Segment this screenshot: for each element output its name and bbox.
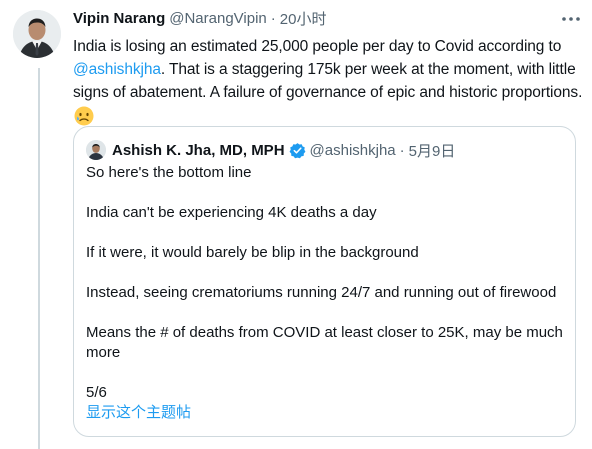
mention-link[interactable]: @ashishkjha [73, 61, 161, 78]
avatar-photo [13, 10, 61, 58]
quoted-author-avatar[interactable] [86, 140, 106, 160]
quoted-text-line: India can't be experiencing 4K deaths a … [86, 204, 377, 221]
thread-position: 5/6 [86, 384, 107, 401]
quoted-text-line [86, 303, 566, 323]
quoted-text-line: If it were, it would barely be blip in t… [86, 244, 419, 261]
tweet-main: Vipin Narang @NarangVipin · 20小时 India i… [73, 8, 585, 127]
tweet-text-line2: . That is a staggering 175k per week at … [160, 61, 576, 78]
separator-dot: · [270, 10, 276, 27]
quoted-text-line [86, 183, 566, 203]
quoted-tweet-body: So here's the bottom line India can't be… [86, 163, 566, 423]
show-thread-link[interactable]: 显示这个主题帖 [86, 403, 566, 423]
quoted-tweet-header: Ashish K. Jha, MD, MPH @ashishkjha · 5月9… [86, 139, 455, 161]
quoted-text-line [86, 263, 566, 283]
tweet-timestamp[interactable]: 20小时 [280, 8, 327, 29]
quoted-text-line: Means the # of deaths from COVID at leas… [86, 324, 563, 341]
quoted-text-line [86, 363, 566, 383]
quoted-separator-dot: · [399, 141, 405, 159]
thread-connector-line [38, 68, 40, 449]
quoted-text-line: more [86, 344, 121, 361]
more-dots-icon [562, 17, 580, 21]
author-avatar[interactable] [13, 10, 61, 58]
tweet-header: Vipin Narang @NarangVipin · 20小时 [73, 8, 585, 29]
quoted-text-line [86, 223, 566, 243]
quoted-tweet-card[interactable]: Ashish K. Jha, MD, MPH @ashishkjha · 5月9… [73, 126, 576, 437]
tweet-text-line1: India is losing an estimated 25,000 peop… [73, 38, 562, 55]
verified-badge-icon [289, 142, 305, 158]
quoted-author-name[interactable]: Ashish K. Jha, MD, MPH [112, 142, 285, 159]
quoted-text-line: Instead, seeing crematoriums running 24/… [86, 284, 557, 301]
quoted-text-line: So here's the bottom line [86, 164, 252, 181]
tweet-text: India is losing an estimated 25,000 peop… [73, 35, 583, 127]
quoted-tweet-date[interactable]: 5月9日 [409, 140, 456, 161]
author-handle[interactable]: @NarangVipin [169, 10, 267, 27]
quoted-avatar-photo [86, 140, 106, 160]
tweet-text-line3: signs of abatement. A failure of governa… [73, 84, 583, 101]
crying-face-emoji-icon [73, 105, 95, 127]
quoted-author-handle[interactable]: @ashishkjha [310, 142, 396, 159]
more-options-button[interactable] [556, 8, 586, 30]
author-name[interactable]: Vipin Narang [73, 10, 165, 27]
